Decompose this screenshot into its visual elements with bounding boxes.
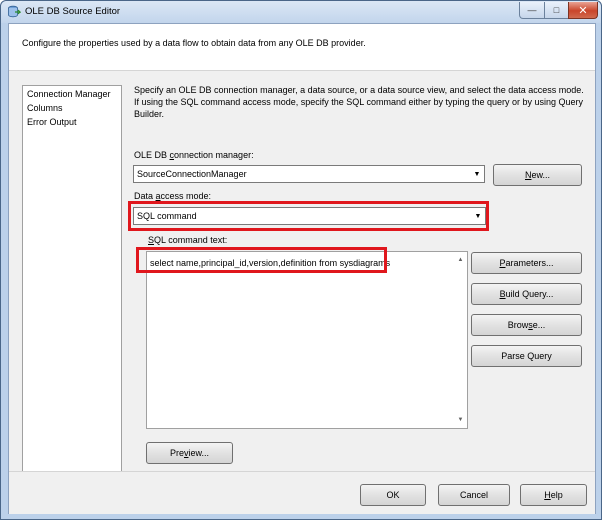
vertical-scrollbar[interactable]: ▲ ▼ [454,252,467,428]
sql-command-label: SQL command text: [148,235,227,245]
data-access-mode-highlight [128,201,489,231]
preview-button[interactable]: Pre v iew... [146,442,233,464]
connection-manager-value: SourceConnectionManager [137,169,247,179]
browse-button[interactable]: Brow s e... [471,314,582,336]
nav-item-connection-manager[interactable]: Connection Manager [23,86,121,100]
label-part: Data [134,191,156,201]
title-bar[interactable]: OLE DB Source Editor — □ ✕ [1,1,601,23]
header-band: Configure the properties used by a data … [9,24,595,71]
button-label: e... [532,320,546,330]
button-label: Parse Query [501,351,552,361]
label-part: onnection manager: [174,150,254,160]
button-label: Cancel [459,490,488,500]
scroll-down-icon[interactable]: ▼ [454,414,467,426]
page-navigation: Connection Manager Columns Error Output [22,85,122,480]
button-label: Pre [169,448,184,458]
label-part: ccess mode: [160,191,212,201]
new-connection-button[interactable]: New... [493,164,582,186]
cancel-button[interactable]: Cancel [438,484,510,506]
button-label: ew... [531,170,550,180]
chevron-down-icon[interactable]: ▼ [470,166,484,182]
header-description: Configure the properties used by a data … [22,38,366,48]
instructions-text: Specify an OLE DB connection manager, a … [134,85,584,119]
button-label: elp [550,490,563,500]
minimize-button[interactable]: — [519,2,545,19]
build-query-button[interactable]: Build Query... [471,283,582,305]
nav-item-columns[interactable]: Columns [23,100,121,114]
sql-command-highlight [136,247,387,273]
label-part: QL command text: [154,235,228,245]
button-label: arameters... [505,258,554,268]
button-label: OK [386,490,400,500]
close-button[interactable]: ✕ [568,2,598,19]
button-label: Brow [507,320,529,330]
nav-item-error-output[interactable]: Error Output [23,114,121,128]
scroll-up-icon[interactable]: ▲ [454,254,467,266]
parameters-button[interactable]: Parameters... [471,252,582,274]
parse-query-button[interactable]: Parse Query [471,345,582,367]
button-label: uild Query... [505,289,554,299]
dialog-client-area: Configure the properties used by a data … [8,23,596,514]
maximize-button[interactable]: □ [544,2,569,19]
sql-command-textarea[interactable]: select name,principal_id,version,definit… [146,251,468,429]
ole-db-source-icon [8,5,21,18]
dialog-window: OLE DB Source Editor — □ ✕ Configure the… [0,0,602,520]
help-button[interactable]: Help [520,484,587,506]
data-access-mode-label: Data access mode: [134,191,211,201]
button-label: iew... [188,448,210,458]
connection-manager-combo[interactable]: SourceConnectionManager ▼ [133,165,485,183]
ok-button[interactable]: OK [360,484,426,506]
label-part: OLE DB [134,150,170,160]
window-title: OLE DB Source Editor [25,6,121,17]
connection-manager-label: OLE DB connection manager: [134,150,254,160]
